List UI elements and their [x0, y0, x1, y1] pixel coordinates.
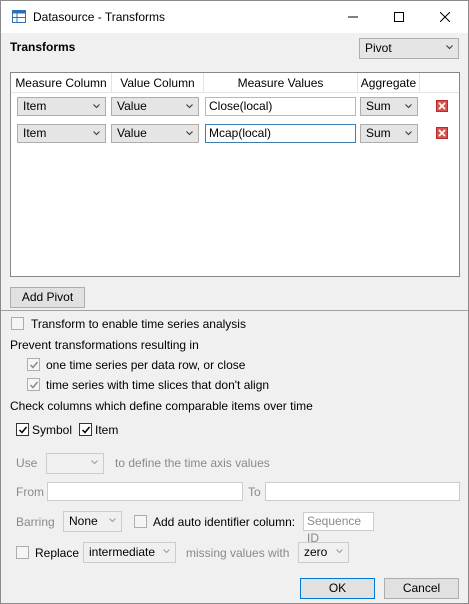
option-one-series-checkbox — [27, 358, 40, 371]
measure-column-select[interactable]: Item — [17, 124, 106, 143]
replace-mode-select[interactable]: intermediate — [83, 542, 176, 563]
minimize-icon — [348, 16, 358, 18]
use-suffix-label: to define the time axis values — [115, 456, 270, 470]
to-label: To — [248, 485, 261, 499]
cancel-button[interactable]: Cancel — [384, 578, 459, 599]
transform-type-value: Pivot — [365, 41, 392, 55]
datasource-app-icon — [12, 10, 26, 23]
auto-identifier-label: Add auto identifier column: — [153, 515, 296, 529]
chevron-down-icon — [336, 549, 343, 554]
close-icon — [440, 12, 450, 22]
barring-select[interactable]: None — [63, 511, 122, 532]
prevent-heading: Prevent transformations resulting in — [10, 338, 199, 352]
item-label: Item — [95, 423, 119, 437]
chevron-down-icon — [186, 131, 193, 136]
column-header-measure-values: Measure Values — [204, 73, 358, 93]
column-header-aggregate: Aggregate — [358, 73, 420, 93]
time-axis-column-select[interactable] — [46, 453, 104, 474]
item-checkbox[interactable] — [79, 423, 92, 436]
from-label: From — [16, 485, 44, 499]
ok-button[interactable]: OK — [300, 578, 375, 599]
value-column-select[interactable]: Value — [111, 97, 199, 116]
pivot-grid: Measure Column Value Column Measure Valu… — [10, 72, 460, 277]
close-button[interactable] — [422, 1, 468, 33]
section-divider — [1, 310, 468, 311]
add-pivot-button[interactable]: Add Pivot — [10, 287, 85, 308]
missing-values-label: missing values with — [186, 546, 290, 560]
transform-type-select[interactable]: Pivot — [359, 38, 459, 59]
measure-values-input[interactable]: Mcap(local) — [205, 124, 356, 143]
option-misaligned-label: time series with time slices that don't … — [46, 378, 270, 392]
use-label: Use — [16, 456, 38, 470]
check-icon — [29, 361, 39, 369]
time-series-checkbox[interactable] — [11, 317, 24, 330]
delete-icon — [438, 129, 446, 137]
grid-header: Measure Column Value Column Measure Valu… — [11, 73, 459, 93]
replace-label: Replace — [35, 546, 80, 560]
barring-label: Barring — [16, 515, 55, 529]
aggregate-select[interactable]: Sum — [360, 97, 418, 116]
replace-checkbox[interactable] — [16, 546, 29, 559]
symbol-label: Symbol — [32, 423, 73, 437]
time-series-label: Transform to enable time series analysis — [31, 317, 246, 331]
delete-row-button[interactable] — [436, 127, 448, 139]
chevron-down-icon — [93, 104, 100, 109]
option-one-series-label: one time series per data row, or close — [46, 358, 246, 372]
minimize-button[interactable] — [330, 1, 376, 33]
value-column-select[interactable]: Value — [111, 124, 199, 143]
maximize-button[interactable] — [376, 1, 422, 33]
option-misaligned-checkbox — [27, 378, 40, 391]
check-icon — [18, 426, 28, 434]
measure-values-input[interactable]: Close(local) — [205, 97, 356, 116]
to-input[interactable] — [265, 482, 460, 501]
chevron-down-icon — [93, 131, 100, 136]
transforms-dialog: Datasource - Transforms Transforms Pivot… — [0, 0, 469, 604]
column-header-value-column: Value Column — [112, 73, 204, 93]
chevron-down-icon — [91, 460, 98, 465]
symbol-checkbox[interactable] — [16, 423, 29, 436]
check-icon — [81, 426, 91, 434]
aggregate-select[interactable]: Sum — [360, 124, 418, 143]
chevron-down-icon — [446, 45, 453, 50]
chevron-down-icon — [109, 518, 116, 523]
chevron-down-icon — [405, 131, 412, 136]
window-title: Datasource - Transforms — [33, 10, 166, 24]
measure-column-select[interactable]: Item — [17, 97, 106, 116]
from-input[interactable] — [47, 482, 243, 501]
missing-value-select[interactable]: zero — [298, 542, 349, 563]
delete-row-button[interactable] — [436, 100, 448, 112]
chevron-down-icon — [186, 104, 193, 109]
delete-icon — [438, 102, 446, 110]
sequence-id-input[interactable]: Sequence ID — [303, 512, 374, 545]
chevron-down-icon — [163, 549, 170, 554]
title-bar: Datasource - Transforms — [1, 1, 468, 33]
transforms-heading: Transforms — [10, 40, 76, 54]
chevron-down-icon — [405, 104, 412, 109]
auto-identifier-checkbox[interactable] — [134, 515, 147, 528]
comparable-heading: Check columns which define comparable it… — [10, 399, 313, 413]
maximize-icon — [394, 12, 404, 22]
column-header-measure-column: Measure Column — [11, 73, 112, 93]
check-icon — [29, 381, 39, 389]
